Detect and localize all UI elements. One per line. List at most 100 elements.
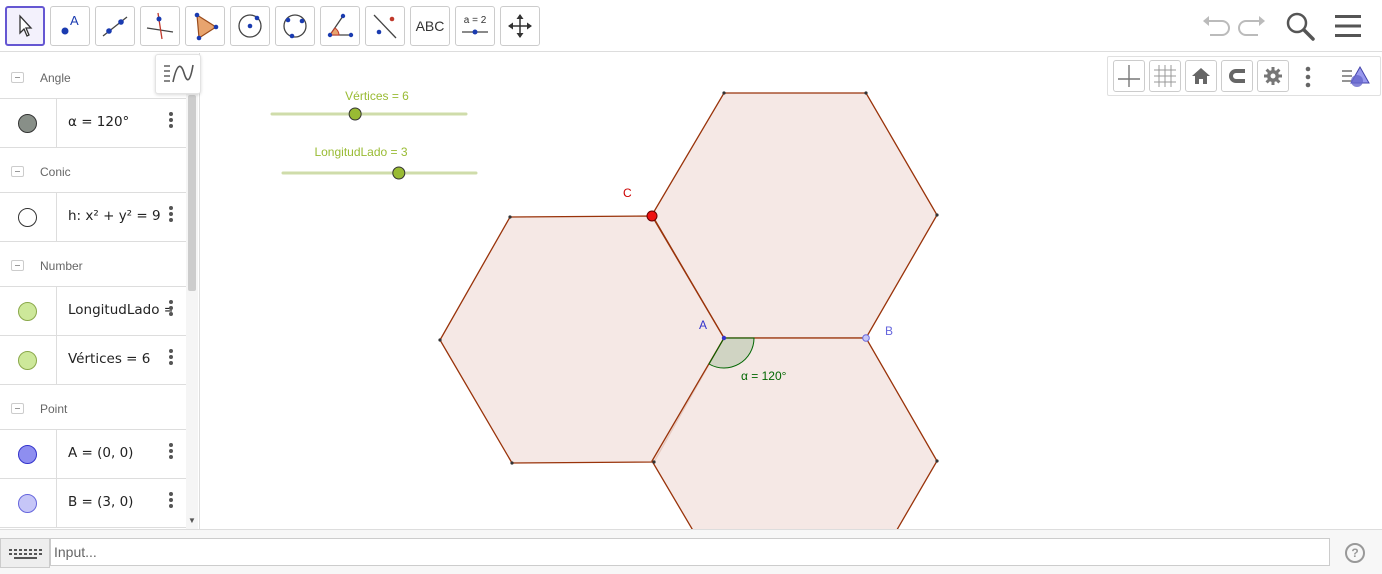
visibility-marble-icon[interactable] [18,302,37,321]
virtual-keyboard-button[interactable] [0,538,50,568]
slider-vertices-knob[interactable] [348,107,362,121]
visibility-marble-icon[interactable] [18,208,37,227]
visibility-marble-icon[interactable] [18,351,37,370]
perpendicular-line-icon [146,12,174,40]
category-number[interactable]: Number [0,243,186,287]
standard-view-button[interactable] [1185,60,1217,92]
graph-toggle-icon [164,64,194,83]
more-options-icon[interactable] [167,206,175,226]
graphics-view[interactable]: Vértices = 6 LongitudLado = 3 α = 120° A [208,53,1382,574]
algebra-expression[interactable]: LongitudLado = 3 [68,302,172,318]
move-arrow-icon [19,14,33,37]
more-options-icon[interactable] [167,112,175,132]
help-icon[interactable]: ? [1345,543,1365,563]
more-options-icon[interactable] [167,492,175,512]
algebra-scrollbar[interactable]: ▼ [186,85,198,529]
undo-button[interactable] [1200,10,1232,42]
category-label: Conic [40,165,71,179]
marble-cell [0,99,57,147]
algebra-style-bar-button[interactable] [155,54,201,94]
marble-cell [0,287,57,335]
slider-vertices[interactable]: Vértices = 6 [270,89,468,121]
algebra-expression[interactable]: h: x² + y² = 9 [68,208,172,224]
category-conic[interactable]: Conic [0,149,186,193]
text-tool-button[interactable]: ABC [410,6,450,46]
scroll-down-arrow-icon[interactable]: ▼ [188,516,196,525]
polygon-tool-button[interactable] [185,6,225,46]
home-icon [1192,68,1210,84]
more-options-icon[interactable] [167,300,175,320]
circle-center-point-icon [238,14,262,38]
algebra-expression[interactable]: A = (0, 0) [68,445,172,461]
algebra-expression[interactable]: B = (3, 0) [68,494,172,510]
slider-longitudlado[interactable]: LongitudLado = 3 [281,145,478,180]
toggle-style-bar-button[interactable] [1338,61,1374,93]
point-A[interactable] [721,335,727,341]
point-B[interactable] [862,334,870,342]
angle-tool-button[interactable] [320,6,360,46]
algebra-view: Angle α = 120° Conic h: x² + y² = 9 Numb… [0,53,200,529]
move-tool-button[interactable] [5,6,45,46]
graphics-style-bar [1107,56,1381,96]
algebra-item-vertices[interactable]: Vértices = 6 [0,336,186,385]
circle-three-points-icon [283,14,307,39]
slider-longitudlado-label: LongitudLado = 3 [314,145,407,159]
main-menu-button[interactable] [1332,10,1364,42]
algebra-expression[interactable]: α = 120° [68,114,172,130]
gear-icon [1264,67,1282,85]
point-tool-button[interactable]: A [50,6,90,46]
slider-tool-button[interactable]: a = 2 [455,6,495,46]
algebra-expression[interactable]: Vértices = 6 [68,351,172,367]
move-graphics-view-icon [508,14,532,38]
hamburger-menu-icon [1335,15,1361,37]
graphics-settings-button[interactable] [1257,60,1289,92]
category-point[interactable]: Point [0,386,186,430]
perpendicular-tool-button[interactable] [140,6,180,46]
reflect-tool-button[interactable] [365,6,405,46]
collapse-icon[interactable] [11,166,24,177]
grid-icon [1154,65,1176,87]
text-tool-label: ABC [415,18,445,34]
algebra-item-alpha[interactable]: α = 120° [0,99,186,148]
marble-cell [0,193,57,241]
redo-button[interactable] [1236,10,1268,42]
undo-icon [1203,16,1230,36]
visibility-marble-icon[interactable] [18,494,37,513]
visibility-marble-icon[interactable] [18,445,37,464]
category-label: Angle [40,71,71,85]
toggle-axes-button[interactable] [1113,60,1145,92]
point-capturing-button[interactable] [1221,60,1253,92]
collapse-icon[interactable] [11,403,24,414]
algebra-item-A[interactable]: A = (0, 0) [0,430,186,479]
line-tool-button[interactable] [95,6,135,46]
algebra-item-B[interactable]: B = (3, 0) [0,479,186,528]
point-icon: A [61,13,79,35]
graphics-canvas[interactable]: Vértices = 6 LongitudLado = 3 α = 120° A [208,53,1382,574]
slider-longitudlado-knob[interactable] [392,166,406,180]
algebra-item-h[interactable]: h: x² + y² = 9 [0,193,186,242]
collapse-icon[interactable] [11,260,24,271]
point-C[interactable] [646,210,658,222]
algebra-item-longitudlado[interactable]: LongitudLado = 3 [0,287,186,336]
category-label: Number [40,259,83,273]
magnet-icon [1229,69,1245,83]
angle-alpha-label: α = 120° [741,369,787,383]
scrollbar-thumb[interactable] [188,95,196,291]
circle-three-points-tool-button[interactable] [275,6,315,46]
toggle-grid-button[interactable] [1149,60,1181,92]
visibility-marble-icon[interactable] [18,114,37,133]
collapse-icon[interactable] [11,72,24,83]
point-A-label: A [699,318,707,332]
slider-icon: a = 2 [462,15,488,35]
more-options-icon[interactable] [167,349,175,369]
point-tool-letter: A [70,13,79,28]
circle-tool-button[interactable] [230,6,270,46]
polygon-icon [194,12,219,41]
graphics-more-options-icon[interactable] [1304,65,1312,89]
search-button[interactable] [1284,10,1316,42]
move-graphics-tool-button[interactable] [500,6,540,46]
input-field[interactable] [50,538,1330,566]
category-label: Point [40,402,68,416]
more-options-icon[interactable] [167,443,175,463]
slider-tool-label: a = 2 [464,15,487,26]
